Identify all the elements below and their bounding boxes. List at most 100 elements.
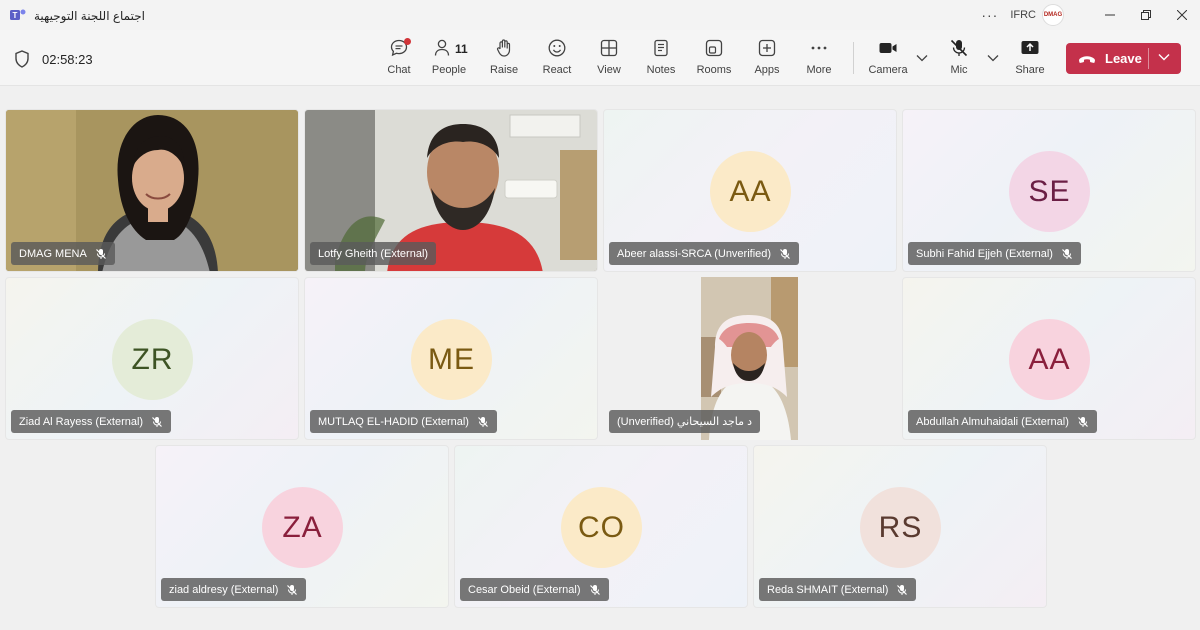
- participant-name: Subhi Fahid Ejjeh (External): [916, 247, 1053, 260]
- participant-avatar: ZA: [262, 487, 343, 568]
- more-label: More: [806, 64, 832, 76]
- participant-tile-subhi-ejjeh[interactable]: SE Subhi Fahid Ejjeh (External): [902, 109, 1196, 272]
- participant-name-tag: MUTLAQ EL-HADID (External): [310, 410, 497, 433]
- participant-avatar: CO: [561, 487, 642, 568]
- rooms-icon: [705, 39, 723, 57]
- chat-notification-dot: [404, 38, 411, 45]
- muted-mic-icon: [589, 584, 601, 596]
- react-label: React: [542, 64, 572, 76]
- toolbar-separator: [853, 42, 854, 74]
- share-button[interactable]: Share: [1005, 38, 1055, 80]
- account-avatar[interactable]: DMAG: [1042, 4, 1064, 26]
- participant-name-tag: Lotfy Gheith (External): [310, 242, 437, 265]
- participant-tile-dmag-mena[interactable]: DMAG MENA: [5, 109, 299, 272]
- minimize-icon: [1105, 14, 1115, 16]
- close-icon: [1177, 10, 1187, 20]
- share-icon: [1021, 41, 1039, 54]
- view-grid-icon: [600, 39, 618, 57]
- raise-hand-icon: [496, 39, 511, 57]
- hang-up-phone-icon: [1079, 55, 1095, 63]
- leave-options-chevron-icon[interactable]: [1158, 53, 1170, 61]
- participant-tile-abeer-alassi[interactable]: AA Abeer alassi-SRCA (Unverified): [603, 109, 897, 272]
- svg-text:T: T: [13, 11, 18, 20]
- shield-icon[interactable]: [14, 50, 30, 68]
- rooms-label: Rooms: [696, 64, 732, 76]
- notes-label: Notes: [646, 64, 676, 76]
- muted-mic-icon: [95, 248, 107, 260]
- window-title: اجتماع اللجنة التوجيهية: [34, 9, 145, 23]
- participant-name-tag: د ماجد السيحاني (Unverified): [609, 410, 760, 433]
- participant-avatar: AA: [1009, 319, 1090, 400]
- participant-tile-lotfy-gheith[interactable]: Lotfy Gheith (External): [304, 109, 598, 272]
- people-count: 11: [455, 42, 468, 56]
- participant-tile-ziad-aldresy[interactable]: ZA ziad aldresy (External): [155, 445, 449, 608]
- participant-name: MUTLAQ EL-HADID (External): [318, 415, 469, 428]
- participant-name: د ماجد السيحاني (Unverified): [617, 416, 752, 428]
- participant-name: Ziad Al Rayess (External): [19, 415, 144, 428]
- participant-name-tag: Abdullah Almuhaidali (External): [908, 410, 1097, 433]
- close-window-button[interactable]: [1164, 0, 1200, 30]
- react-smiley-icon: [548, 39, 566, 57]
- chat-button[interactable]: Chat: [374, 38, 424, 80]
- participant-name: DMAG MENA: [19, 247, 87, 260]
- participant-name: ziad aldresy (External): [169, 583, 279, 596]
- leave-divider: [1148, 48, 1149, 69]
- mic-button[interactable]: Mic: [934, 38, 984, 80]
- raise-hand-button[interactable]: Raise: [479, 38, 529, 80]
- participant-name: Lotfy Gheith (External): [318, 247, 429, 260]
- camera-button[interactable]: Camera: [863, 38, 913, 80]
- apps-button[interactable]: Apps: [742, 38, 792, 80]
- more-button[interactable]: More: [794, 38, 844, 80]
- share-label: Share: [1015, 64, 1045, 76]
- mic-label: Mic: [950, 64, 968, 76]
- participant-tile-reda-shmait[interactable]: RS Reda SHMAIT (External): [753, 445, 1047, 608]
- muted-mic-icon: [779, 248, 791, 260]
- participant-avatar: ZR: [112, 319, 193, 400]
- notes-button[interactable]: Notes: [636, 38, 686, 80]
- participant-tile-ziad-al-rayess[interactable]: ZR Ziad Al Rayess (External): [5, 277, 299, 440]
- camera-options-chevron-icon[interactable]: [916, 54, 928, 62]
- muted-mic-icon: [1077, 416, 1089, 428]
- meeting-timer: 02:58:23: [42, 52, 93, 67]
- muted-mic-icon: [896, 584, 908, 596]
- rooms-button[interactable]: Rooms: [689, 38, 739, 80]
- muted-mic-icon: [151, 416, 163, 428]
- more-dots-icon: [811, 46, 827, 50]
- view-label: View: [597, 64, 621, 76]
- window-more-button[interactable]: ···: [981, 7, 998, 23]
- restore-button[interactable]: [1128, 0, 1164, 30]
- mic-off-icon: [950, 39, 968, 57]
- participant-tile-mutlaq-el-hadid[interactable]: ME MUTLAQ EL-HADID (External): [304, 277, 598, 440]
- people-icon: [434, 39, 450, 56]
- participant-name: Abdullah Almuhaidali (External): [916, 415, 1069, 428]
- participant-avatar: SE: [1009, 151, 1090, 232]
- view-button[interactable]: View: [584, 38, 634, 80]
- camera-label: Camera: [868, 64, 908, 76]
- participant-name-tag: ziad aldresy (External): [161, 578, 307, 601]
- participant-name-tag: Ziad Al Rayess (External): [11, 410, 172, 433]
- participant-name-tag: Reda SHMAIT (External): [759, 578, 917, 601]
- teams-logo-icon: T: [10, 9, 26, 20]
- participant-name: Abeer alassi-SRCA (Unverified): [617, 247, 772, 260]
- participant-name-tag: Abeer alassi-SRCA (Unverified): [609, 242, 800, 265]
- meeting-toolbar: 02:58:23 Chat 11 People Raise React View…: [0, 30, 1200, 86]
- leave-button[interactable]: Leave: [1066, 43, 1181, 74]
- participant-name: Reda SHMAIT (External): [767, 583, 889, 596]
- restore-icon: [1141, 10, 1151, 20]
- participant-avatar: AA: [710, 151, 791, 232]
- people-button[interactable]: 11 People: [424, 38, 474, 80]
- participant-avatar: RS: [860, 487, 941, 568]
- camera-icon: [879, 43, 897, 53]
- participant-name-tag: DMAG MENA: [11, 242, 115, 265]
- participant-tile-cesar-obeid[interactable]: CO Cesar Obeid (External): [454, 445, 748, 608]
- muted-mic-icon: [286, 584, 298, 596]
- leave-label: Leave: [1105, 51, 1142, 66]
- minimize-button[interactable]: [1092, 0, 1128, 30]
- mic-options-chevron-icon[interactable]: [987, 54, 999, 62]
- chat-label: Chat: [387, 64, 411, 76]
- participant-tile-abdullah-almuhaidali[interactable]: AA Abdullah Almuhaidali (External): [902, 277, 1196, 440]
- apps-plus-icon: [758, 39, 776, 57]
- participant-avatar: ME: [411, 319, 492, 400]
- apps-label: Apps: [754, 64, 780, 76]
- react-button[interactable]: React: [532, 38, 582, 80]
